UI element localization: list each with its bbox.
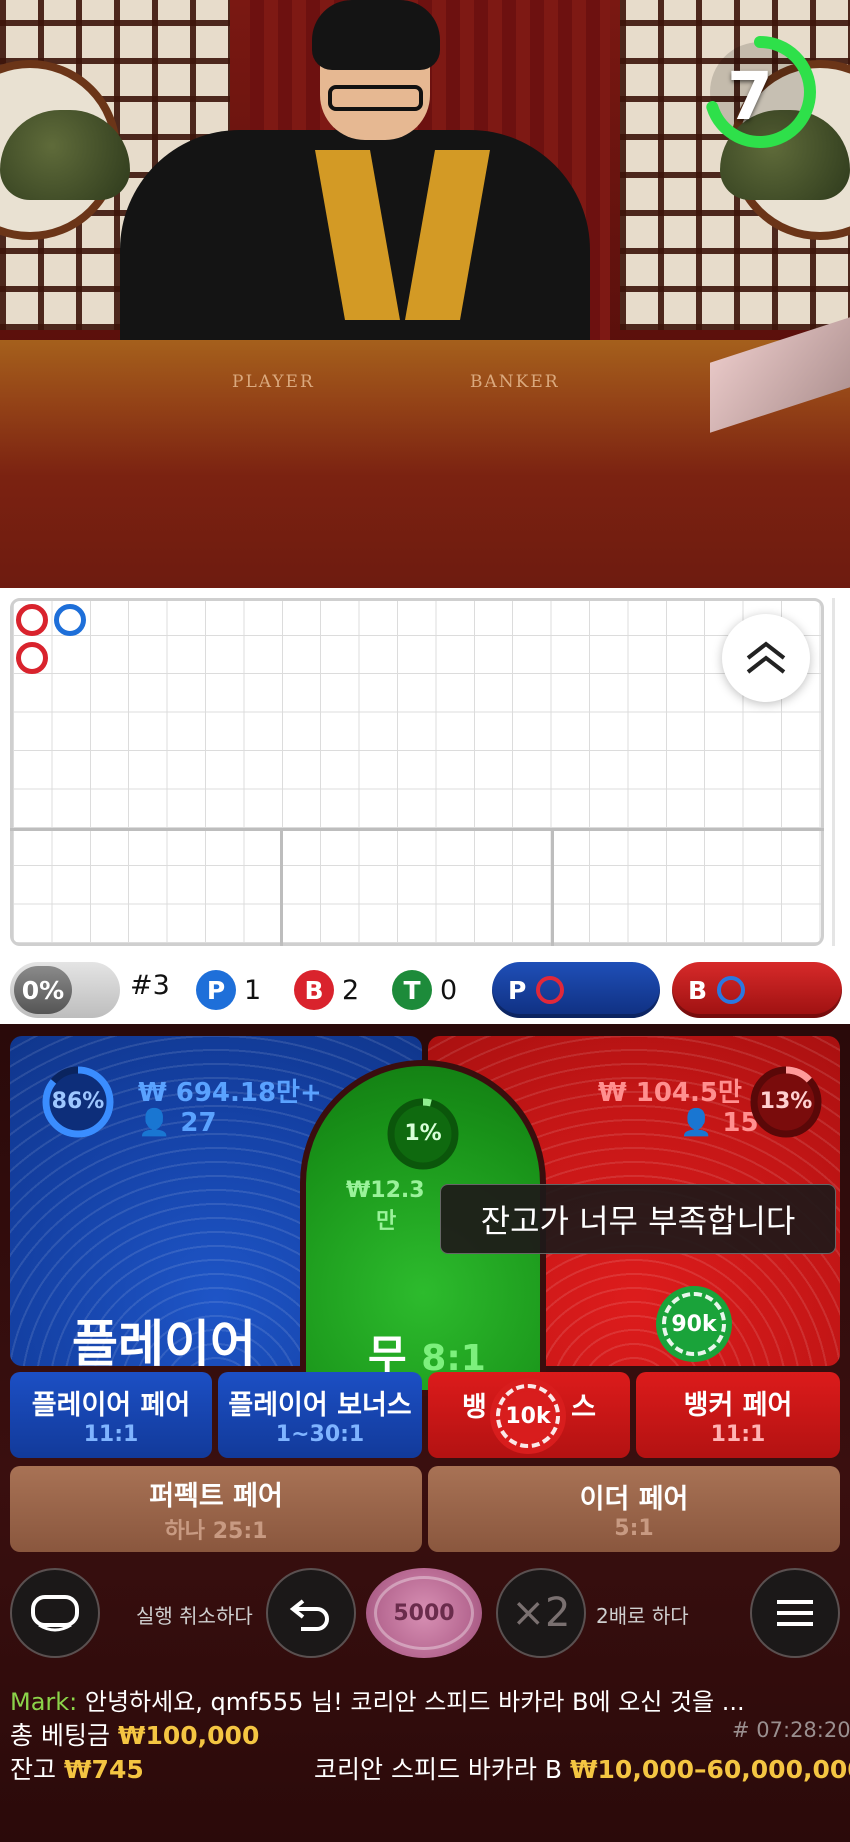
undo-label: 실행 취소하다 — [136, 1604, 253, 1628]
double-chevron-up-icon — [746, 641, 786, 674]
player-count: 1 — [244, 974, 262, 1006]
chat-text: 안녕하세요, qmf555 님! 코리안 스피드 바카라 B에 오신 것을 ..… — [77, 1688, 745, 1716]
banker-pair-bet[interactable]: 뱅커 페어 11:1 — [636, 1372, 840, 1458]
balance-value: ₩745 — [63, 1755, 144, 1784]
banker-bettors: 👤 15 — [680, 1108, 759, 1138]
bead-red-mark — [16, 604, 48, 636]
insufficient-balance-tooltip: 잔고가 너무 부족합니다 — [440, 1184, 836, 1254]
double-bet-button[interactable]: ×2 — [496, 1568, 586, 1658]
balance: 잔고 ₩745 — [10, 1755, 144, 1784]
next-road-peek — [832, 598, 850, 946]
table-limits: 코리안 스피드 바카라 B ₩10,000–60,000,000 — [314, 1750, 850, 1786]
selected-chip[interactable]: 5000 — [366, 1568, 482, 1658]
player-bettors: 👤 27 — [138, 1108, 217, 1138]
total-bet-value: ₩100,000 — [117, 1721, 260, 1750]
person-icon: 👤 — [138, 1108, 171, 1138]
banker-count-stat: B 2 — [294, 970, 359, 1010]
betting-area: 86% ₩ 694.18만+ 👤 27 플레이어 ₩ 104.5만 👤 15 1… — [0, 1024, 850, 1842]
chat-message: Mark: 안녕하세요, qmf555 님! 코리안 스피드 바카라 B에 오신… — [10, 1682, 745, 1717]
chat-user: Mark: — [10, 1688, 78, 1716]
game-round-id: # 07:28:20 — [732, 1718, 850, 1742]
person-icon: 👤 — [680, 1108, 713, 1138]
banker-predict-button[interactable]: B — [672, 962, 842, 1018]
tie-bet-total: ₩12.3 만 — [346, 1178, 425, 1234]
player-pair-bet[interactable]: 플레이어 페어 11:1 — [10, 1372, 212, 1458]
tie-percent: 1% — [404, 1121, 442, 1146]
player-bonus-bet[interactable]: 플레이어 보너스 1~30:1 — [218, 1372, 422, 1458]
hamburger-menu-icon — [777, 1600, 813, 1626]
player-count-stat: P 1 — [196, 970, 261, 1010]
table-name: 코리안 스피드 바카라 B — [314, 1755, 562, 1784]
percent-value: 0% — [14, 966, 72, 1014]
tie-badge: T — [392, 970, 432, 1010]
banker-percent: 13% — [759, 1089, 813, 1114]
tie-count: 0 — [440, 974, 458, 1006]
red-ring-icon — [536, 976, 565, 1004]
player-bet-total: ₩ 694.18만+ — [138, 1078, 322, 1108]
stats-bar: 0% #3 P 1 B 2 T 0 P B — [0, 956, 850, 1022]
felt-player-label: PLAYER — [232, 372, 315, 392]
player-percent: 86% — [51, 1089, 105, 1114]
speech-bubble-icon — [31, 1595, 79, 1632]
player-predict-button[interactable]: P — [492, 962, 660, 1018]
undo-button[interactable] — [266, 1568, 356, 1658]
total-bet: 총 베팅금 ₩100,000 — [10, 1721, 260, 1750]
double-label: 2배로 하다 — [596, 1604, 689, 1628]
banker-bonus-placed-chip[interactable]: 10k — [490, 1378, 566, 1454]
live-video-stream: PLAYER BANKER 7 — [0, 0, 850, 588]
player-zone-title: 플레이어 — [72, 1315, 256, 1366]
undo-arrow-icon — [289, 1599, 329, 1631]
blue-ring-icon — [717, 976, 746, 1004]
bead-blue-mark — [54, 604, 87, 636]
either-pair-bet[interactable]: 이더 페어 5:1 — [428, 1466, 840, 1552]
limit-range: ₩10,000–60,000,000 — [569, 1755, 850, 1784]
bead-red-mark — [16, 642, 48, 675]
banker-count: 2 — [342, 974, 360, 1006]
player-badge: P — [196, 970, 236, 1010]
countdown-value: 7 — [727, 58, 773, 135]
expand-roadmap-button[interactable] — [722, 614, 810, 702]
banker-placed-chip[interactable]: 90k — [656, 1286, 732, 1362]
banker-badge: B — [294, 970, 334, 1010]
percent-toggle[interactable]: 0% — [10, 962, 120, 1018]
bead-road[interactable] — [10, 598, 824, 946]
banker-bet-total: ₩ 104.5만 — [598, 1078, 742, 1108]
perfect-pair-bet[interactable]: 퍼펙트 페어 하나 25:1 — [10, 1466, 422, 1552]
roadmap-panel: 0% #3 P 1 B 2 T 0 P B — [0, 588, 850, 1024]
felt-banker-label: BANKER — [470, 372, 560, 392]
chat-toggle-button[interactable] — [10, 1568, 100, 1658]
round-number: #3 — [130, 970, 170, 1001]
menu-button[interactable] — [750, 1568, 840, 1658]
tie-count-stat: T 0 — [392, 970, 457, 1010]
